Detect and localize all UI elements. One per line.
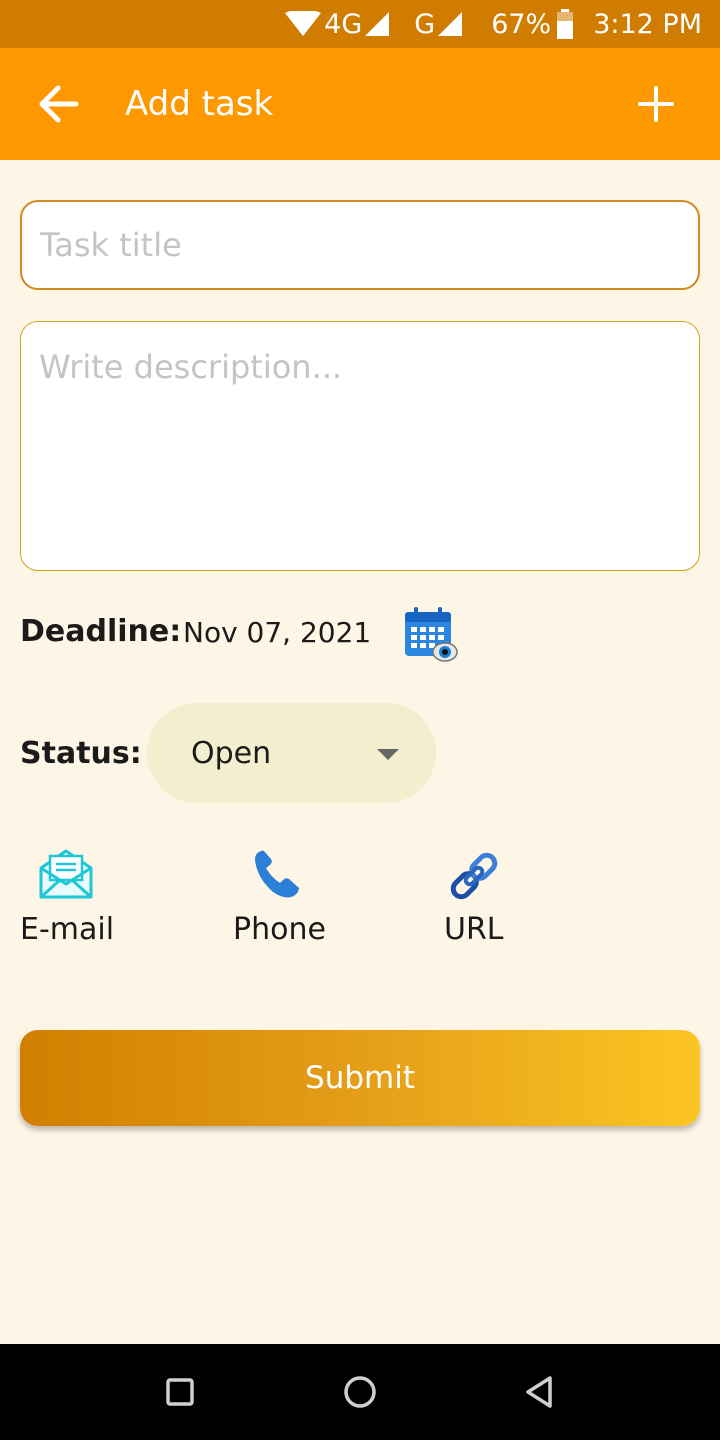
status-dropdown[interactable]: Open [147, 703, 436, 803]
signal-icon [365, 12, 390, 36]
url-label: URL [444, 912, 504, 947]
status-label: Status: [20, 736, 142, 771]
battery-percent: 67% [491, 8, 552, 40]
description-textarea[interactable] [20, 321, 700, 571]
clock: 3:12 PM [593, 8, 702, 40]
deadline-value[interactable]: Nov 07, 2021 [183, 616, 371, 649]
phone-option[interactable]: Phone [233, 848, 353, 958]
email-label: E-mail [20, 912, 115, 947]
signal-icon-2 [438, 12, 463, 36]
status-bar: 4G G 67% 3:12 PM [0, 0, 720, 48]
back-arrow-icon[interactable] [36, 84, 80, 124]
link-icon [450, 852, 498, 900]
email-option[interactable]: E-mail [20, 848, 140, 958]
phone-icon [255, 850, 299, 898]
email-icon [39, 849, 93, 899]
network-4g-label: 4G [324, 8, 363, 40]
status-selected-value: Open [191, 736, 272, 771]
app-bar: Add task [0, 48, 720, 160]
calendar-icon[interactable] [402, 606, 460, 664]
network-g-label: G [414, 8, 436, 40]
submit-button[interactable]: Submit [20, 1030, 700, 1126]
home-circle-icon[interactable] [340, 1372, 380, 1412]
back-triangle-icon[interactable] [520, 1372, 560, 1412]
deadline-label: Deadline: [20, 614, 182, 649]
url-option[interactable]: URL [444, 848, 544, 958]
task-title-input[interactable] [20, 200, 700, 290]
wifi-icon [285, 11, 322, 36]
battery-icon [557, 9, 574, 39]
page-title: Add task [125, 84, 274, 124]
plus-icon[interactable] [634, 82, 678, 126]
recents-square-icon[interactable] [160, 1372, 200, 1412]
dropdown-caret-icon [377, 749, 399, 760]
phone-label: Phone [233, 912, 326, 947]
system-nav-bar [0, 1344, 720, 1440]
